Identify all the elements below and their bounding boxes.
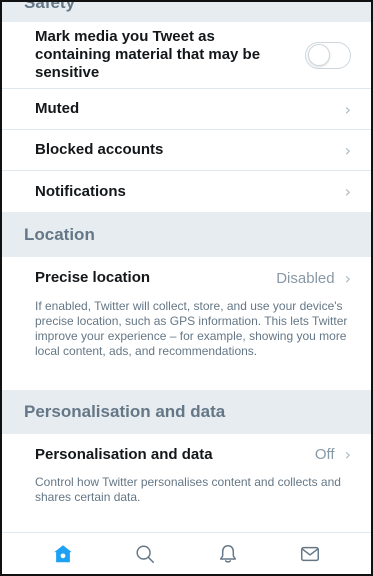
bottom-tab-bar [2, 532, 371, 574]
chevron-right-icon: › [344, 140, 351, 160]
toggle-knob [308, 44, 330, 66]
sensitive-media-label: Mark media you Tweet as containing mater… [35, 28, 261, 81]
personalisation-label: Personalisation and data [35, 445, 213, 463]
section-header-personalisation: Personalisation and data [2, 390, 371, 434]
section-header-safety: Safety [2, 2, 371, 22]
section-title-location: Location [24, 224, 95, 244]
messages-envelope-icon [300, 546, 319, 561]
chevron-right-icon: › [344, 182, 351, 201]
tab-home[interactable] [43, 543, 83, 565]
notifications-label: Notifications [35, 182, 126, 200]
blocked-accounts-label: Blocked accounts [35, 141, 164, 158]
chevron-right-icon: › [344, 268, 351, 288]
personalisation-description: Control how Twitter personalises content… [35, 475, 341, 504]
tab-messages[interactable] [290, 543, 330, 565]
home-icon [54, 544, 72, 562]
section-title-personalisation: Personalisation and data [24, 402, 226, 421]
notifications-row[interactable]: Notifications › [2, 171, 371, 212]
notifications-bell-icon [219, 544, 236, 563]
muted-row[interactable]: Muted › [2, 89, 371, 130]
chevron-right-icon: › [344, 99, 351, 119]
precise-location-row[interactable]: Precise location Disabled › [2, 257, 371, 299]
search-icon [136, 544, 155, 563]
tab-notifications[interactable] [208, 543, 248, 565]
tab-search[interactable] [125, 543, 165, 565]
section-header-location: Location [2, 212, 371, 257]
precise-location-value: Disabled [276, 269, 335, 287]
settings-screen: Safety Mark media you Tweet as containin… [0, 0, 373, 576]
sensitive-media-toggle[interactable] [305, 41, 351, 69]
precise-location-description: If enabled, Twitter will collect, store,… [35, 299, 348, 358]
blocked-accounts-row[interactable]: Blocked accounts › [2, 130, 371, 171]
personalisation-row[interactable]: Personalisation and data Off › [2, 434, 371, 475]
section-title-safety: Safety [24, 0, 76, 12]
precise-location-label: Precise location [35, 269, 151, 286]
sensitive-media-row[interactable]: Mark media you Tweet as containing mater… [2, 22, 371, 89]
muted-label: Muted [35, 100, 80, 117]
personalisation-value: Off [314, 446, 335, 463]
chevron-right-icon: › [344, 445, 351, 464]
